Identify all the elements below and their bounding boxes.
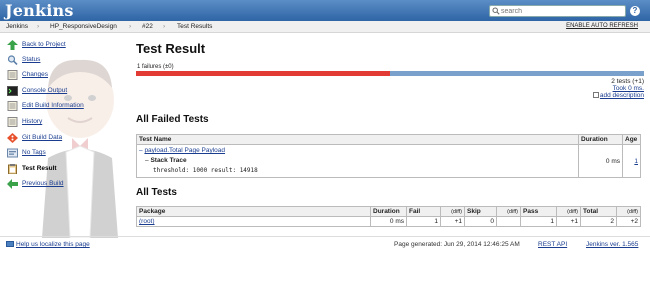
column-header-skip-diff[interactable]: (diff) <box>496 206 521 217</box>
page-generated-text: Page generated: Jun 29, 2014 12:46:25 AM <box>394 241 520 248</box>
test-result-bar-fail <box>136 71 390 76</box>
sidebar-item-label: Back to Project <box>22 41 66 48</box>
package-cell: (root) <box>136 216 371 227</box>
failed-tests-table: Test Name Duration Age – payload.Total P… <box>136 134 641 178</box>
notepad-icon <box>7 117 18 127</box>
enable-auto-refresh-link[interactable]: ENABLE AUTO REFRESH <box>566 23 638 29</box>
duration-cell: 0 ms <box>578 144 623 178</box>
sidebar-item-label: History <box>22 118 43 125</box>
total-diff-cell: +2 <box>616 216 641 227</box>
sidebar-item-label: No Tags <box>22 149 46 156</box>
breadcrumb: Jenkins › HP_ResponsiveDesign › #22 › Te… <box>0 21 650 33</box>
add-description-link[interactable]: add description <box>592 92 644 99</box>
column-header-pass[interactable]: Pass <box>520 206 557 217</box>
package-link[interactable]: (root) <box>139 218 155 225</box>
jenkins-version-link[interactable]: Jenkins ver. 1.565 <box>586 241 638 248</box>
notepad-icon <box>592 92 599 98</box>
collapse-toggle[interactable]: – <box>139 147 143 154</box>
breadcrumb-separator: › <box>129 23 132 30</box>
rest-api-link[interactable]: REST API <box>538 241 567 248</box>
column-header-skip[interactable]: Skip <box>464 206 497 217</box>
up-arrow-icon <box>7 40 18 50</box>
duration-cell: 0 ms <box>370 216 407 227</box>
add-description-label: add description <box>599 92 644 99</box>
sidebar-item-label: Console Output <box>22 87 68 94</box>
clipboard-icon <box>8 164 17 174</box>
column-header-total-diff[interactable]: (diff) <box>616 206 641 217</box>
search-input[interactable] <box>501 7 623 16</box>
left-arrow-icon <box>7 179 18 189</box>
fail-diff-cell: +1 <box>440 216 465 227</box>
breadcrumb-item-test-results[interactable]: Test Results <box>177 23 212 30</box>
test-result-bar <box>136 71 644 76</box>
stack-trace-label: Stack Trace <box>150 157 187 164</box>
test-name-cell: – payload.Total Page Payload – Stack Tra… <box>136 144 579 178</box>
git-icon <box>7 133 18 143</box>
flag-icon <box>6 241 14 247</box>
column-header-package[interactable]: Package <box>136 206 371 217</box>
breadcrumb-item-project[interactable]: HP_ResponsiveDesign <box>50 23 117 30</box>
breadcrumb-item-build[interactable]: #22 <box>142 23 153 30</box>
notepad-icon <box>7 101 18 111</box>
all-failed-tests-heading: All Failed Tests <box>136 114 209 125</box>
breadcrumb-separator: › <box>163 23 166 30</box>
age-link[interactable]: 1 <box>634 158 638 165</box>
table-row: (root) 0 ms 1 +1 0 1 +1 2 +2 <box>136 216 641 227</box>
stack-trace-toggle[interactable]: – <box>145 157 149 164</box>
column-header-age[interactable]: Age <box>622 134 641 145</box>
age-cell: 1 <box>622 144 641 178</box>
sidebar-item-label: Edit Build Information <box>22 102 84 109</box>
column-header-test-name[interactable]: Test Name <box>136 134 579 145</box>
search-icon <box>492 7 500 15</box>
terminal-icon <box>7 86 18 96</box>
table-header-row: Test Name Duration Age <box>136 134 641 145</box>
pass-cell: 1 <box>520 216 557 227</box>
fail-cell: 1 <box>406 216 441 227</box>
breadcrumb-item-jenkins[interactable]: Jenkins <box>6 23 28 30</box>
table-header-row: Package Duration Fail (diff) Skip (diff)… <box>136 206 641 217</box>
search-icon <box>7 55 18 65</box>
total-cell: 2 <box>580 216 617 227</box>
help-icon[interactable]: ? <box>630 6 640 16</box>
page-title: Test Result <box>136 41 206 56</box>
skip-diff-cell <box>496 216 521 227</box>
took-duration-link[interactable]: Took 0 ms. <box>613 85 644 92</box>
search-box[interactable] <box>489 5 626 17</box>
pass-diff-cell: +1 <box>556 216 581 227</box>
all-tests-table: Package Duration Fail (diff) Skip (diff)… <box>136 206 641 227</box>
sidebar-item-label: Test Result <box>22 165 57 172</box>
failed-test-link[interactable]: payload.Total Page Payload <box>144 147 225 154</box>
tests-count: 2 tests (+1) <box>611 78 644 85</box>
breadcrumb-separator: › <box>37 23 40 30</box>
tag-icon <box>7 148 18 158</box>
sidebar-item-label: Changes <box>22 71 49 78</box>
sidebar-item-label: Previous Build <box>22 180 64 187</box>
column-header-fail-diff[interactable]: (diff) <box>440 206 465 217</box>
table-row: – payload.Total Page Payload – Stack Tra… <box>136 144 641 178</box>
stack-trace-text: threshold: 1000 result: 14918 <box>153 167 258 174</box>
failures-summary: 1 failures (±0) <box>137 64 174 70</box>
header-bar: Jenkins ? <box>0 0 650 21</box>
all-tests-heading: All Tests <box>136 187 177 198</box>
footer-divider <box>0 236 650 237</box>
sidebar-item-label: Git Build Data <box>22 134 63 141</box>
column-header-total[interactable]: Total <box>580 206 617 217</box>
skip-cell: 0 <box>464 216 497 227</box>
column-header-duration[interactable]: Duration <box>578 134 623 145</box>
column-header-pass-diff[interactable]: (diff) <box>556 206 581 217</box>
column-header-fail[interactable]: Fail <box>406 206 441 217</box>
column-header-duration[interactable]: Duration <box>370 206 407 217</box>
notepad-icon <box>7 70 18 80</box>
localize-link[interactable]: Help us localize this page <box>6 241 90 248</box>
sidebar-item-label: Status <box>22 56 41 63</box>
jenkins-logo[interactable]: Jenkins <box>5 1 74 20</box>
localize-label: Help us localize this page <box>16 241 90 248</box>
